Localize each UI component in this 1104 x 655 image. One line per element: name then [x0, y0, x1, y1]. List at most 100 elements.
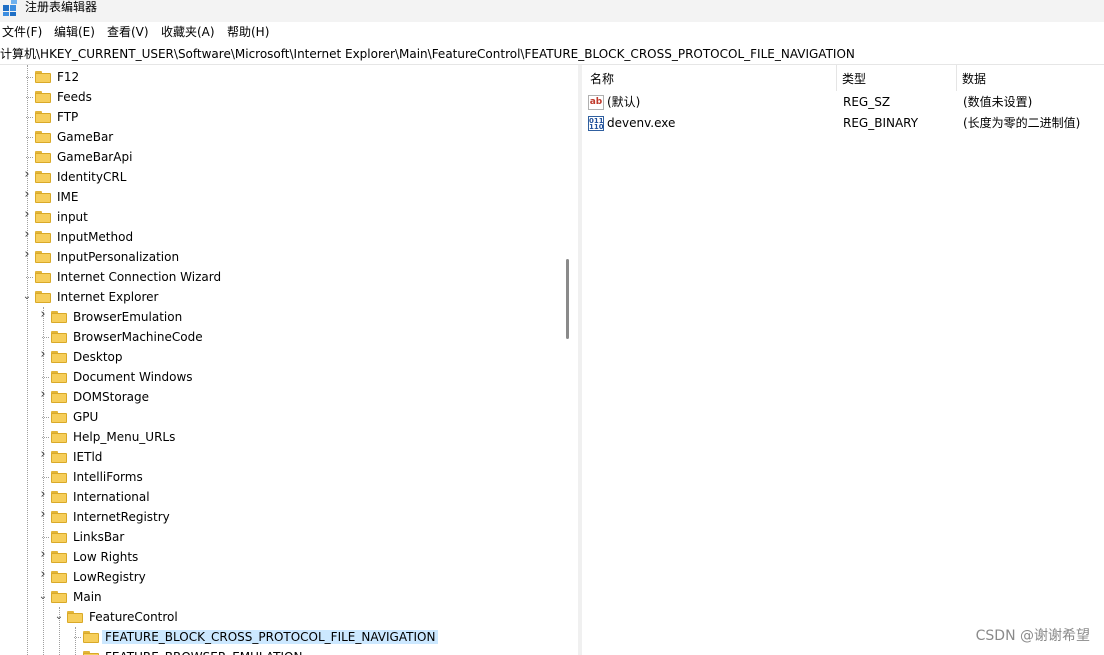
- chevron-right-icon[interactable]: ›: [38, 308, 48, 321]
- folder-icon: [51, 391, 67, 403]
- folder-icon: [35, 271, 51, 283]
- chevron-right-icon[interactable]: ›: [38, 568, 48, 581]
- tree-node-label: BrowserMachineCode: [73, 330, 203, 344]
- folder-icon: [35, 251, 51, 263]
- address-bar[interactable]: 计算机\HKEY_CURRENT_USER\Software\Microsoft…: [0, 44, 1104, 65]
- chevron-right-icon[interactable]: ›: [38, 548, 48, 561]
- tree-node[interactable]: BrowserMachineCode: [0, 327, 560, 347]
- chevron-right-icon[interactable]: ›: [38, 388, 48, 401]
- chevron-right-icon[interactable]: ›: [22, 248, 32, 261]
- tree-node-label: Main: [73, 590, 102, 604]
- tree-node-label: FEATURE_BROWSER_EMULATION: [105, 650, 302, 655]
- tree-node[interactable]: LinksBar: [0, 527, 560, 547]
- tree-node[interactable]: Internet Connection Wizard: [0, 267, 560, 287]
- menu-help[interactable]: 帮助(H): [227, 25, 269, 39]
- folder-icon: [51, 531, 67, 543]
- tree-node[interactable]: › InputPersonalization: [0, 247, 560, 267]
- menu-file[interactable]: 文件(F): [2, 25, 42, 39]
- tree-connector: [42, 437, 49, 438]
- tree-node-label: Help_Menu_URLs: [73, 430, 176, 444]
- chevron-right-icon[interactable]: ›: [22, 208, 32, 221]
- tree-node[interactable]: Help_Menu_URLs: [0, 427, 560, 447]
- tree-node-label: InputPersonalization: [57, 250, 180, 264]
- tree-node[interactable]: › InternetRegistry: [0, 507, 560, 527]
- tree-node-label: Internet Explorer: [57, 290, 159, 304]
- menu-bar: 文件(F) 编辑(E) 查看(V) 收藏夹(A) 帮助(H): [0, 22, 1104, 42]
- tree-node-label: GameBarApi: [57, 150, 133, 164]
- tree-node[interactable]: FEATURE_BLOCK_CROSS_PROTOCOL_FILE_NAVIGA…: [0, 627, 560, 647]
- folder-icon: [51, 571, 67, 583]
- tree-node[interactable]: Document Windows: [0, 367, 560, 387]
- tree-node[interactable]: F12: [0, 67, 560, 87]
- chevron-down-icon[interactable]: ⌄: [38, 591, 48, 603]
- value-type: REG_BINARY: [843, 116, 919, 130]
- chevron-right-icon[interactable]: ›: [22, 228, 32, 241]
- value-data: (数值未设置): [963, 95, 1033, 109]
- chevron-down-icon[interactable]: ⌄: [22, 291, 32, 303]
- folder-icon: [51, 371, 67, 383]
- tree-node[interactable]: › International: [0, 487, 560, 507]
- tree-node[interactable]: › IdentityCRL: [0, 167, 560, 187]
- tree-node[interactable]: › BrowserEmulation: [0, 307, 560, 327]
- folder-icon: [35, 231, 51, 243]
- value-name: (默认): [607, 95, 641, 109]
- value-row[interactable]: 011 110 devenv.exe REG_BINARY (长度为零的二进制值…: [582, 113, 1104, 133]
- tree-node-label: InputMethod: [57, 230, 134, 244]
- menu-edit[interactable]: 编辑(E): [54, 25, 95, 39]
- tree-node[interactable]: ⌄ FeatureControl: [0, 607, 560, 627]
- tree-connector: [26, 137, 33, 138]
- tree-node[interactable]: IntelliForms: [0, 467, 560, 487]
- chevron-right-icon[interactable]: ›: [22, 188, 32, 201]
- column-separator[interactable]: [956, 65, 957, 91]
- chevron-right-icon[interactable]: ›: [38, 448, 48, 461]
- key-tree-pane[interactable]: F12 Feeds FTP GameBar GameBarApi › IdentityCRL…: [0, 65, 578, 655]
- folder-icon: [35, 211, 51, 223]
- chevron-right-icon[interactable]: ›: [22, 168, 32, 181]
- tree-node-label: Internet Connection Wizard: [57, 270, 222, 284]
- tree-connector: [42, 537, 49, 538]
- tree-node[interactable]: › LowRegistry: [0, 567, 560, 587]
- tree-node[interactable]: › Desktop: [0, 347, 560, 367]
- tree-node[interactable]: ⌄ Internet Explorer: [0, 287, 560, 307]
- tree-node[interactable]: › Low Rights: [0, 547, 560, 567]
- tree-node-label: IdentityCRL: [57, 170, 127, 184]
- tree-node[interactable]: › input: [0, 207, 560, 227]
- chevron-down-icon[interactable]: ⌄: [54, 611, 64, 623]
- column-header-name[interactable]: 名称: [590, 72, 614, 86]
- menu-favorites[interactable]: 收藏夹(A): [161, 25, 215, 39]
- column-header-type[interactable]: 类型: [842, 72, 866, 86]
- tree-node[interactable]: FEATURE_BROWSER_EMULATION: [0, 647, 560, 655]
- tree-node[interactable]: ⌄ Main: [0, 587, 560, 607]
- tree-node[interactable]: GPU: [0, 407, 560, 427]
- tree-node-label: Feeds: [57, 90, 92, 104]
- tree-node[interactable]: Feeds: [0, 87, 560, 107]
- binary-value-icon: 011 110: [588, 116, 604, 131]
- chevron-right-icon[interactable]: ›: [38, 488, 48, 501]
- folder-icon: [35, 151, 51, 163]
- value-row[interactable]: ab (默认) REG_SZ (数值未设置): [582, 92, 1104, 112]
- tree-node[interactable]: › DOMStorage: [0, 387, 560, 407]
- tree-node[interactable]: FTP: [0, 107, 560, 127]
- list-header: 名称 类型 数据: [582, 65, 1104, 91]
- address-path[interactable]: 计算机\HKEY_CURRENT_USER\Software\Microsoft…: [0, 47, 855, 61]
- tree-connector: [42, 337, 49, 338]
- value-type: REG_SZ: [843, 95, 891, 109]
- tree-node[interactable]: › IME: [0, 187, 560, 207]
- tree-node[interactable]: › InputMethod: [0, 227, 560, 247]
- tree-node-label: Document Windows: [73, 370, 193, 384]
- column-separator[interactable]: [836, 65, 837, 91]
- chevron-right-icon[interactable]: ›: [38, 508, 48, 521]
- menu-view[interactable]: 查看(V): [107, 25, 149, 39]
- tree-scrollbar-thumb[interactable]: [566, 259, 569, 339]
- tree-node[interactable]: › IETld: [0, 447, 560, 467]
- value-list-pane[interactable]: 名称 类型 数据 ab (默认) REG_SZ (数值未设置) 011 110 …: [582, 65, 1104, 655]
- column-header-data[interactable]: 数据: [962, 72, 986, 86]
- tree-node-label: GameBar: [57, 130, 114, 144]
- tree-node-label: International: [73, 490, 150, 504]
- tree-node[interactable]: GameBar: [0, 127, 560, 147]
- tree-node[interactable]: GameBarApi: [0, 147, 560, 167]
- tree-connector: [26, 117, 33, 118]
- title-bar: 注册表编辑器: [0, 0, 1104, 22]
- chevron-right-icon[interactable]: ›: [38, 348, 48, 361]
- tree-node-label: IME: [57, 190, 79, 204]
